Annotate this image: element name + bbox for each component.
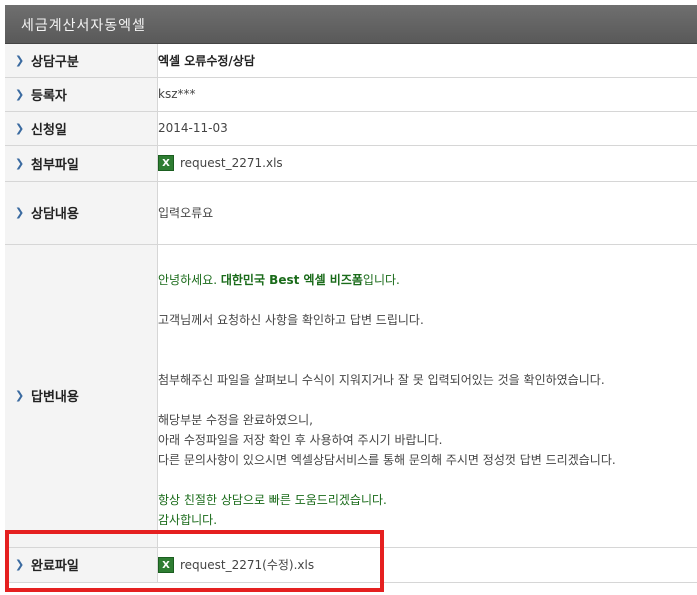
row-result: ❯ 완료파일 X request_2271(수정).xls xyxy=(5,547,697,583)
row-date: ❯ 신청일 2014-11-03 xyxy=(5,111,697,146)
row-answer: ❯ 답변내용 안녕하세요. 대한민국 Best 엑셀 비즈폼입니다. 고객님께서 … xyxy=(5,244,697,548)
value-date: 2014-11-03 xyxy=(158,121,228,135)
chevron-right-icon: ❯ xyxy=(15,558,25,571)
row-author: ❯ 등록자 ksz*** xyxy=(5,77,697,112)
row-attachment: ❯ 첨부파일 X request_2271.xls xyxy=(5,145,697,182)
value-category: 엑셀 오류수정/상담 xyxy=(158,53,255,68)
answer-closing-1: 항상 친절한 상담으로 빠른 도움드리겠습니다. xyxy=(158,492,387,507)
consultation-detail-table: ❯ 상담구분 엑셀 오류수정/상담 ❯ 등록자 ksz*** ❯ 신청일 2014-1… xyxy=(5,44,697,583)
label-date: 신청일 xyxy=(31,122,67,138)
label-author: 등록자 xyxy=(31,88,67,104)
chevron-right-icon: ❯ xyxy=(15,53,25,67)
chevron-right-icon: ❯ xyxy=(15,389,25,402)
attachment-file-link[interactable]: X request_2271.xls xyxy=(158,155,697,171)
page-title: 세금계산서자동엑셀 xyxy=(21,18,146,34)
label-answer: 답변내용 xyxy=(31,390,79,405)
answer-line-1: 고객님께서 요청하신 사항을 확인하고 답변 드립니다. xyxy=(158,312,424,327)
answer-body: 안녕하세요. 대한민국 Best 엑셀 비즈폼입니다. 고객님께서 요청하신 사… xyxy=(158,252,697,540)
excel-file-icon: X xyxy=(158,155,174,171)
page-header: 세금계산서자동엑셀 xyxy=(5,5,697,44)
chevron-right-icon: ❯ xyxy=(15,206,25,219)
label-attachment: 첨부파일 xyxy=(31,157,79,173)
row-category: ❯ 상담구분 엑셀 오류수정/상담 xyxy=(5,44,697,78)
answer-closing-2: 감사합니다. xyxy=(158,512,218,527)
value-content: 입력오류요 xyxy=(158,206,214,220)
result-file-name[interactable]: request_2271(수정).xls xyxy=(180,556,314,573)
label-content: 상담내용 xyxy=(31,207,79,222)
answer-line-5: 다른 문의사항이 있으시면 엑셀상담서비스를 통해 문의해 주시면 정성껏 답변… xyxy=(158,452,616,467)
value-author: ksz*** xyxy=(158,87,196,101)
answer-greeting: 안녕하세요. 대한민국 Best 엑셀 비즈폼입니다. xyxy=(158,272,400,287)
label-category: 상담구분 xyxy=(31,54,79,70)
chevron-right-icon: ❯ xyxy=(15,156,25,170)
result-file-link[interactable]: X request_2271(수정).xls xyxy=(158,556,697,573)
excel-file-icon: X xyxy=(158,556,174,573)
chevron-right-icon: ❯ xyxy=(15,121,25,135)
row-content: ❯ 상담내용 입력오류요 xyxy=(5,181,697,245)
answer-brand: 대한민국 Best 엑셀 비즈폼 xyxy=(220,272,363,287)
answer-line-4: 아래 수정파일을 저장 확인 후 사용하여 주시기 바랍니다. xyxy=(158,432,443,447)
answer-line-3: 해당부분 수정을 완료하였으니, xyxy=(158,412,313,427)
attachment-file-name[interactable]: request_2271.xls xyxy=(180,156,283,170)
label-result: 완료파일 xyxy=(31,559,79,574)
chevron-right-icon: ❯ xyxy=(15,87,25,101)
answer-line-2: 첨부해주신 파일을 살펴보니 수식이 지워지거나 잘 못 입력되어있는 것을 확… xyxy=(158,372,605,387)
